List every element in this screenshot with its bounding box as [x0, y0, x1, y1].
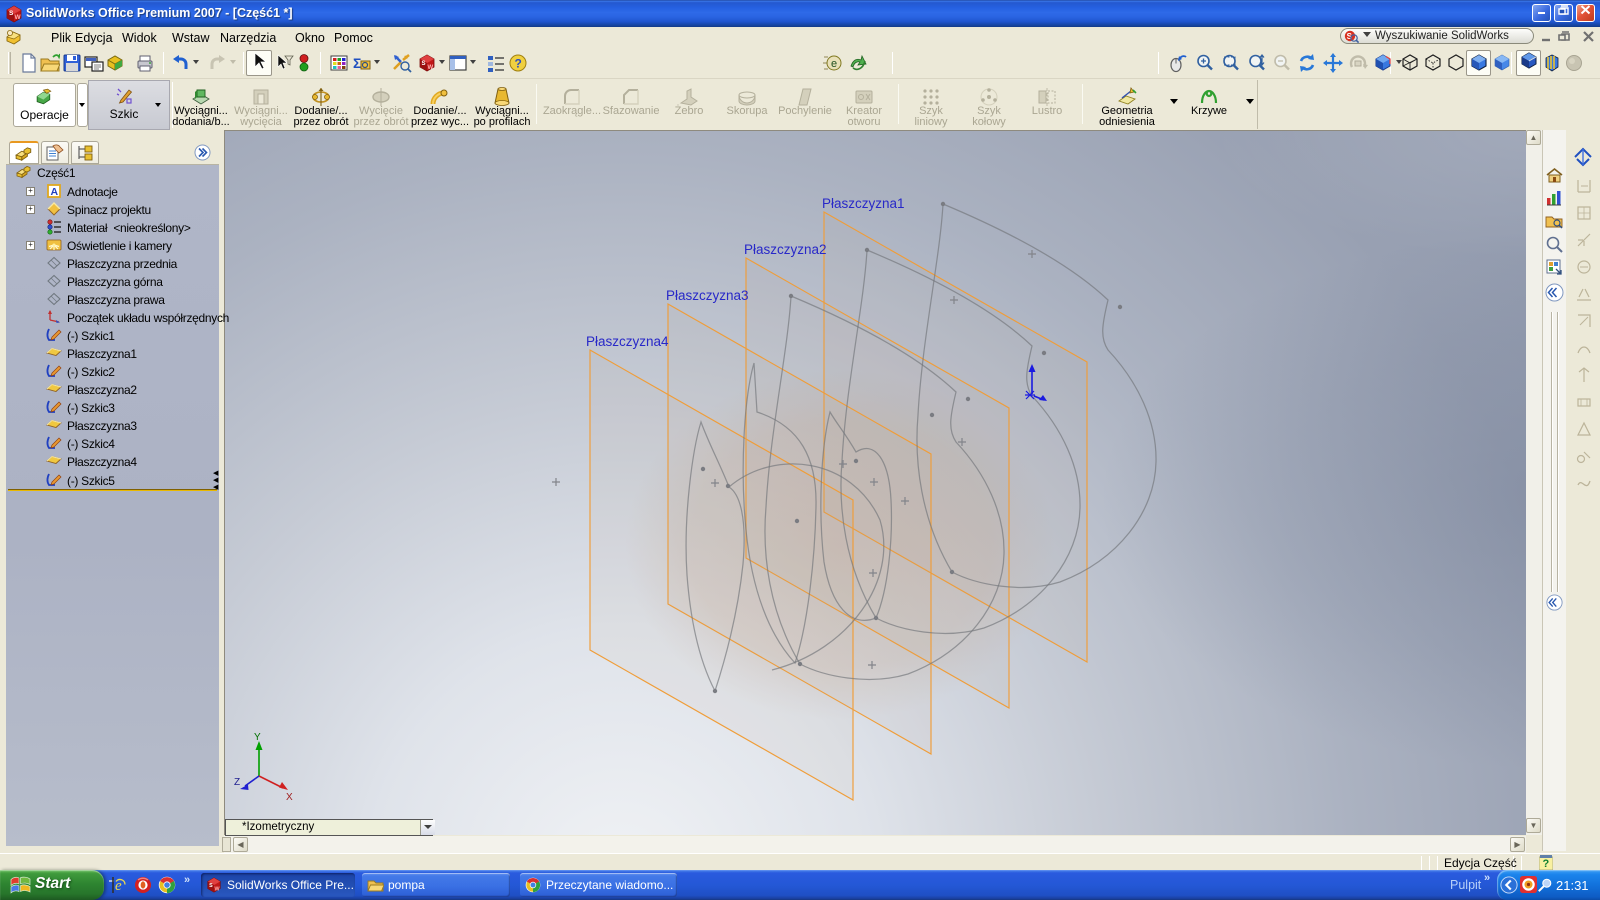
svg-text:Płaszczyzna2: Płaszczyzna2: [744, 242, 827, 257]
svg-text:W: W: [15, 14, 22, 21]
svg-text:W: W: [428, 65, 434, 71]
svg-text:Σ: Σ: [353, 55, 361, 71]
svg-text:Y: Y: [254, 732, 261, 743]
svg-text:Płaszczyzna4: Płaszczyzna4: [586, 334, 669, 349]
svg-text:?: ?: [1543, 858, 1550, 870]
svg-text:S: S: [422, 61, 426, 67]
svg-text:A: A: [51, 186, 59, 198]
svg-text:S: S: [209, 883, 213, 889]
svg-text:e: e: [831, 58, 837, 70]
svg-text:?: ?: [515, 57, 522, 71]
svg-text:Płaszczyzna3: Płaszczyzna3: [666, 288, 749, 303]
svg-text:Z: Z: [234, 777, 240, 788]
svg-text:Płaszczyzna1: Płaszczyzna1: [822, 196, 905, 211]
svg-text:X: X: [286, 792, 293, 803]
svg-text:e: e: [115, 878, 122, 894]
svg-text:S: S: [9, 10, 14, 17]
